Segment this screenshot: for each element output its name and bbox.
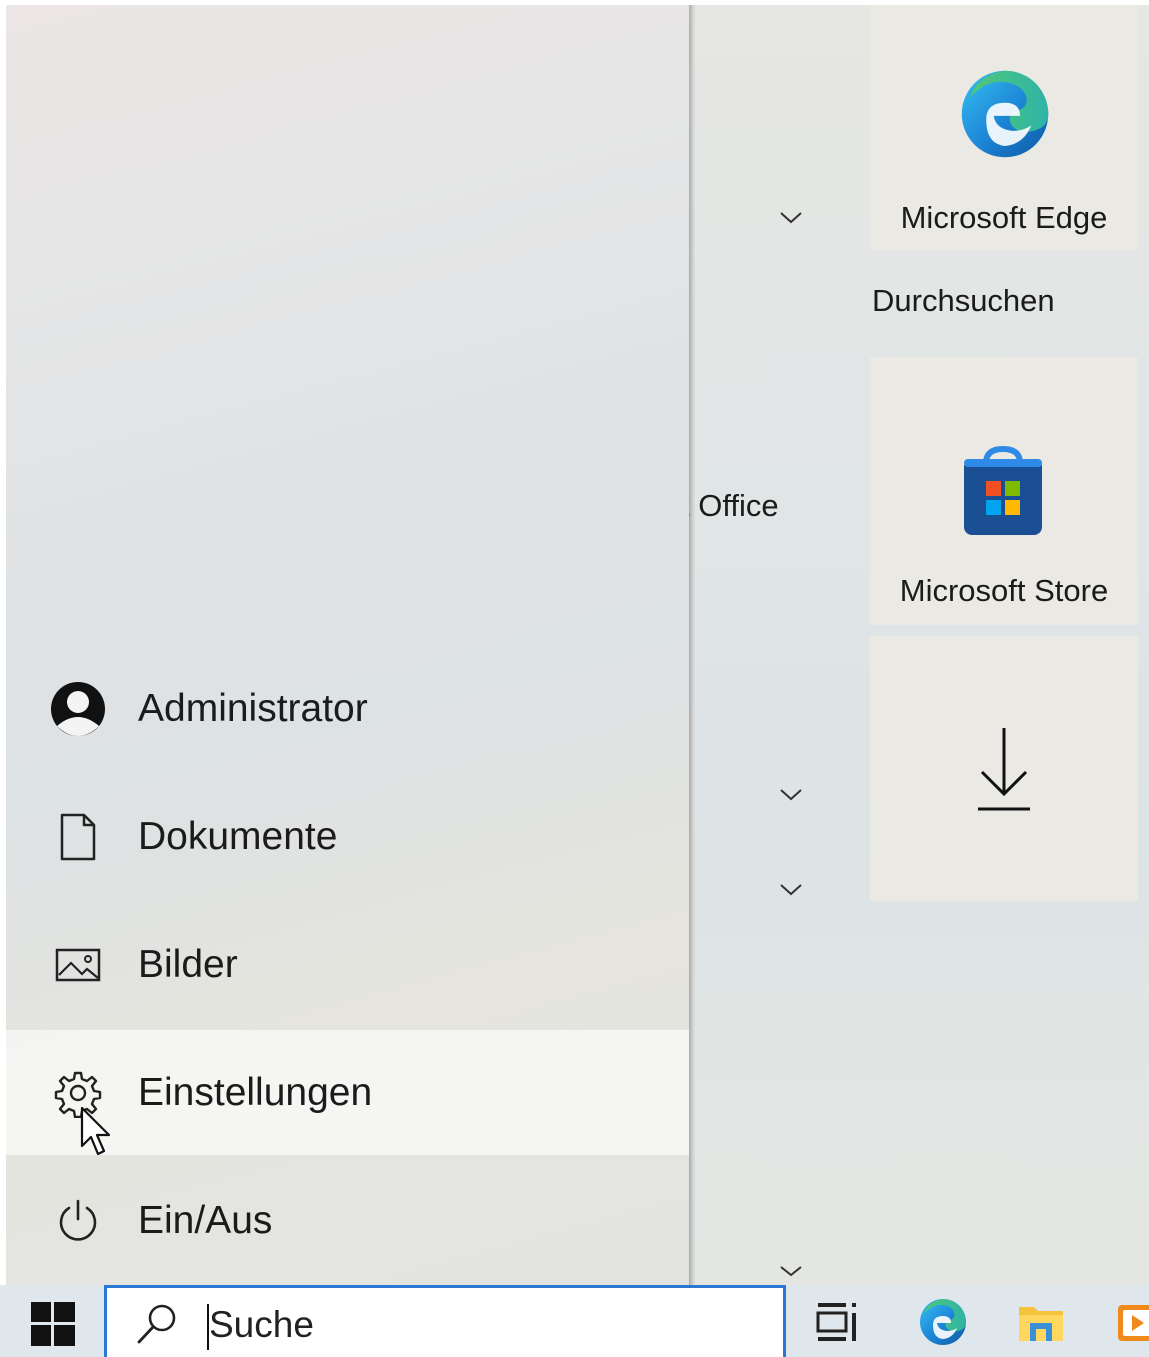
tile-label-microsoft-edge: Microsoft Edge xyxy=(900,200,1108,235)
pictures-icon xyxy=(48,935,108,995)
media-player-icon[interactable] xyxy=(1114,1297,1149,1347)
nav-item-dokumente[interactable]: Dokumente xyxy=(6,774,689,899)
start-button[interactable] xyxy=(18,1295,88,1353)
chevron-down-icon[interactable] xyxy=(776,785,806,805)
chevron-down-icon[interactable] xyxy=(776,880,806,900)
nav-label-dokumente: Dokumente xyxy=(138,814,338,858)
search-icon xyxy=(137,1304,176,1344)
app-list-item-office-label: t Office xyxy=(689,488,779,523)
nav-label-ein-aus: Ein/Aus xyxy=(138,1198,273,1242)
edge-icon[interactable] xyxy=(918,1297,968,1347)
edge-icon xyxy=(961,70,1049,158)
mouse-cursor-icon xyxy=(80,1106,111,1156)
app-list-item-office[interactable]: t Office xyxy=(689,488,829,533)
nav-label-bilder: Bilder xyxy=(138,942,238,986)
nav-label-einstellungen: Einstellungen xyxy=(138,1070,373,1114)
chevron-down-icon[interactable] xyxy=(776,208,806,228)
user-avatar-icon xyxy=(48,679,108,739)
document-icon xyxy=(48,807,108,867)
file-explorer-icon[interactable] xyxy=(1016,1297,1066,1347)
nav-label-administrator: Administrator xyxy=(138,686,368,730)
search-input[interactable] xyxy=(207,1300,751,1350)
tile-microsoft-edge[interactable]: Microsoft Edge xyxy=(870,5,1138,250)
store-icon xyxy=(964,445,1042,535)
tile-label-microsoft-store: Microsoft Store xyxy=(899,573,1109,608)
task-view-icon[interactable] xyxy=(814,1297,864,1347)
nav-item-bilder[interactable]: Bilder xyxy=(6,902,689,1027)
tile-download[interactable] xyxy=(870,636,1138,901)
tile-microsoft-store[interactable]: Microsoft Store xyxy=(870,357,1138,625)
nav-item-administrator[interactable]: Administrator xyxy=(6,646,689,771)
chevron-down-icon[interactable] xyxy=(776,1264,806,1278)
taskbar-search-box[interactable] xyxy=(104,1285,786,1357)
tile-group-label-durchsuchen: Durchsuchen xyxy=(872,283,1055,318)
download-arrow-icon xyxy=(978,728,1030,811)
screen: Administrator Dokumente Bilder Einstellu… xyxy=(0,0,1149,1357)
nav-item-ein-aus[interactable]: Ein/Aus xyxy=(6,1158,689,1283)
power-icon xyxy=(48,1191,108,1251)
windows-start-icon xyxy=(31,1302,75,1346)
text-caret xyxy=(207,1304,209,1350)
